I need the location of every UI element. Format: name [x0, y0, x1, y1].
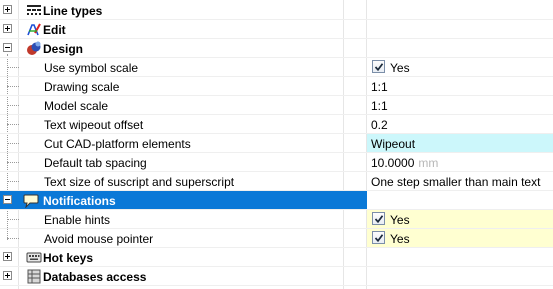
category-label: Line types: [43, 4, 103, 18]
category-hot-keys[interactable]: Hot keys: [0, 248, 553, 267]
checkbox[interactable]: [372, 60, 385, 73]
category-label: Databases access: [43, 270, 147, 284]
category-notifications[interactable]: Notifications: [0, 191, 553, 210]
expand-icon[interactable]: [3, 24, 12, 33]
checkmark-icon: [374, 215, 384, 224]
row-separator: [0, 133, 553, 134]
row-separator: [0, 285, 553, 286]
row-separator: [0, 76, 553, 77]
cyan-highlight-cell[interactable]: Wipeout: [367, 134, 553, 153]
property-row[interactable]: Model scale 1:1: [0, 96, 553, 115]
property-value[interactable]: 1:1: [371, 80, 388, 94]
property-value: Yes: [390, 232, 410, 246]
property-name: Enable hints: [44, 213, 111, 227]
collapse-icon[interactable]: [3, 195, 12, 204]
expand-icon[interactable]: [3, 271, 12, 280]
row-separator: [0, 152, 553, 153]
row-separator: [0, 209, 553, 210]
row-separator: [0, 190, 553, 191]
category-label: Edit: [43, 23, 66, 37]
property-value[interactable]: One step smaller than main text: [371, 175, 540, 189]
row-separator: [0, 266, 553, 267]
property-name: Model scale: [44, 99, 109, 113]
property-name: Default tab spacing: [44, 156, 147, 170]
category-label: Hot keys: [43, 251, 94, 265]
property-row[interactable]: Cut CAD-platform elements Wipeout: [0, 134, 553, 153]
row-separator: [0, 38, 553, 39]
checkbox[interactable]: [372, 231, 385, 244]
property-value: 10.0000: [371, 156, 415, 170]
row-separator: [0, 228, 553, 229]
unit-label: mm: [418, 156, 439, 170]
expand-icon[interactable]: [3, 252, 12, 261]
property-row[interactable]: Use symbol scale Yes: [0, 58, 553, 77]
row-separator: [0, 171, 553, 172]
property-row[interactable]: Avoid mouse pointer Yes: [0, 229, 553, 248]
property-value: Wipeout: [371, 137, 416, 151]
design-icon: [27, 41, 41, 55]
edit-icon: [27, 23, 41, 36]
keyboard-icon: [26, 252, 42, 263]
checkbox[interactable]: [372, 212, 385, 225]
property-name: Drawing scale: [44, 80, 120, 94]
category-edit[interactable]: Edit: [0, 20, 553, 39]
checkmark-icon: [374, 63, 384, 72]
row-separator: [0, 114, 553, 115]
speech-bubble-icon: [23, 194, 39, 208]
category-label: Notifications: [43, 194, 116, 208]
property-value[interactable]: 1:1: [371, 99, 388, 113]
property-value: Yes: [390, 61, 410, 75]
row-separator: [0, 57, 553, 58]
yellow-highlight-cell: Yes: [367, 229, 553, 248]
row-separator: [0, 19, 553, 20]
collapse-icon[interactable]: [3, 43, 12, 52]
category-databases-access[interactable]: Databases access: [0, 267, 553, 286]
property-name: Use symbol scale: [44, 61, 139, 75]
property-row[interactable]: Text wipeout offset 0.2: [0, 115, 553, 134]
category-design[interactable]: Design: [0, 39, 553, 58]
category-line-types[interactable]: Line types: [0, 1, 553, 20]
line-types-icon: [27, 5, 41, 15]
category-label: Design: [43, 42, 84, 56]
yellow-highlight-cell: Yes: [367, 210, 553, 229]
expand-icon[interactable]: [3, 5, 12, 14]
property-name: Text size of suscript and superscript: [44, 175, 235, 189]
property-value: Yes: [390, 213, 410, 227]
property-value-field[interactable]: 10.0000 mm: [371, 156, 438, 170]
property-name: Text wipeout offset: [44, 118, 144, 132]
property-row[interactable]: Text size of suscript and superscript On…: [0, 172, 553, 191]
row-separator: [0, 95, 553, 96]
property-name: Cut CAD-platform elements: [44, 137, 191, 151]
property-grid: Line types Edit Design Use symbol scale …: [0, 0, 553, 289]
property-value[interactable]: 0.2: [371, 118, 388, 132]
property-row[interactable]: Enable hints Yes: [0, 210, 553, 229]
checkmark-icon: [374, 234, 384, 243]
database-icon: [27, 269, 41, 284]
property-row[interactable]: Drawing scale 1:1: [0, 77, 553, 96]
property-name: Avoid mouse pointer: [44, 232, 154, 246]
property-row[interactable]: Default tab spacing 10.0000 mm: [0, 153, 553, 172]
row-separator: [0, 247, 553, 248]
